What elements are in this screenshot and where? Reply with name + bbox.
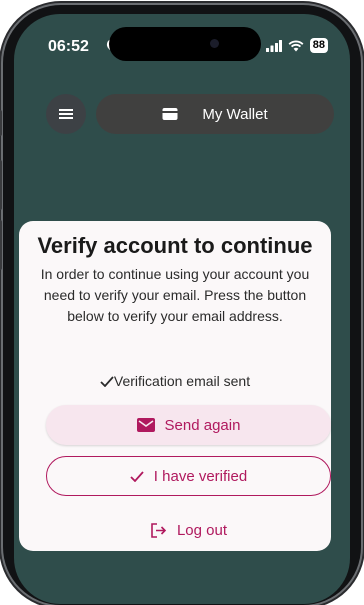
menu-button[interactable] [46, 94, 86, 134]
check-icon [130, 470, 144, 482]
camera-dot [210, 39, 219, 48]
battery-icon: 88 [309, 38, 328, 53]
wallet-selector[interactable]: My Wallet [96, 94, 334, 134]
dialog-message: In order to continue using your account … [40, 266, 310, 324]
mail-icon [136, 418, 155, 432]
check-icon [100, 376, 114, 388]
send-again-label: Send again [164, 416, 241, 434]
verify-dialog: Verify account to continue In order to c… [19, 221, 331, 551]
dynamic-island [109, 27, 261, 61]
sent-status: Verification email sent [19, 373, 331, 389]
app-bar: My Wallet [46, 94, 334, 134]
side-button [0, 160, 2, 210]
sent-status-text: Verification email sent [113, 373, 251, 389]
verified-button[interactable]: I have verified [46, 456, 331, 496]
clock: 06:52 [48, 38, 89, 55]
wifi-icon [288, 40, 304, 51]
signal-icon [265, 39, 282, 52]
menu-icon [59, 109, 73, 119]
status-icons: 88 [265, 38, 328, 53]
send-again-button[interactable]: Send again [46, 405, 331, 445]
wallet-icon [162, 108, 178, 120]
wallet-label: My Wallet [202, 105, 268, 123]
phone-frame: 06:52 88 My Wallet Verify account to con… [0, 0, 364, 605]
status-bar: 06:52 88 [14, 14, 350, 78]
logout-button[interactable]: Log out [46, 511, 331, 549]
logout-label: Log out [176, 521, 228, 539]
dialog-title: Verify account to continue [37, 233, 313, 258]
side-button [0, 110, 2, 136]
verified-label: I have verified [153, 467, 248, 485]
logout-icon [151, 522, 167, 538]
side-button [0, 220, 2, 270]
